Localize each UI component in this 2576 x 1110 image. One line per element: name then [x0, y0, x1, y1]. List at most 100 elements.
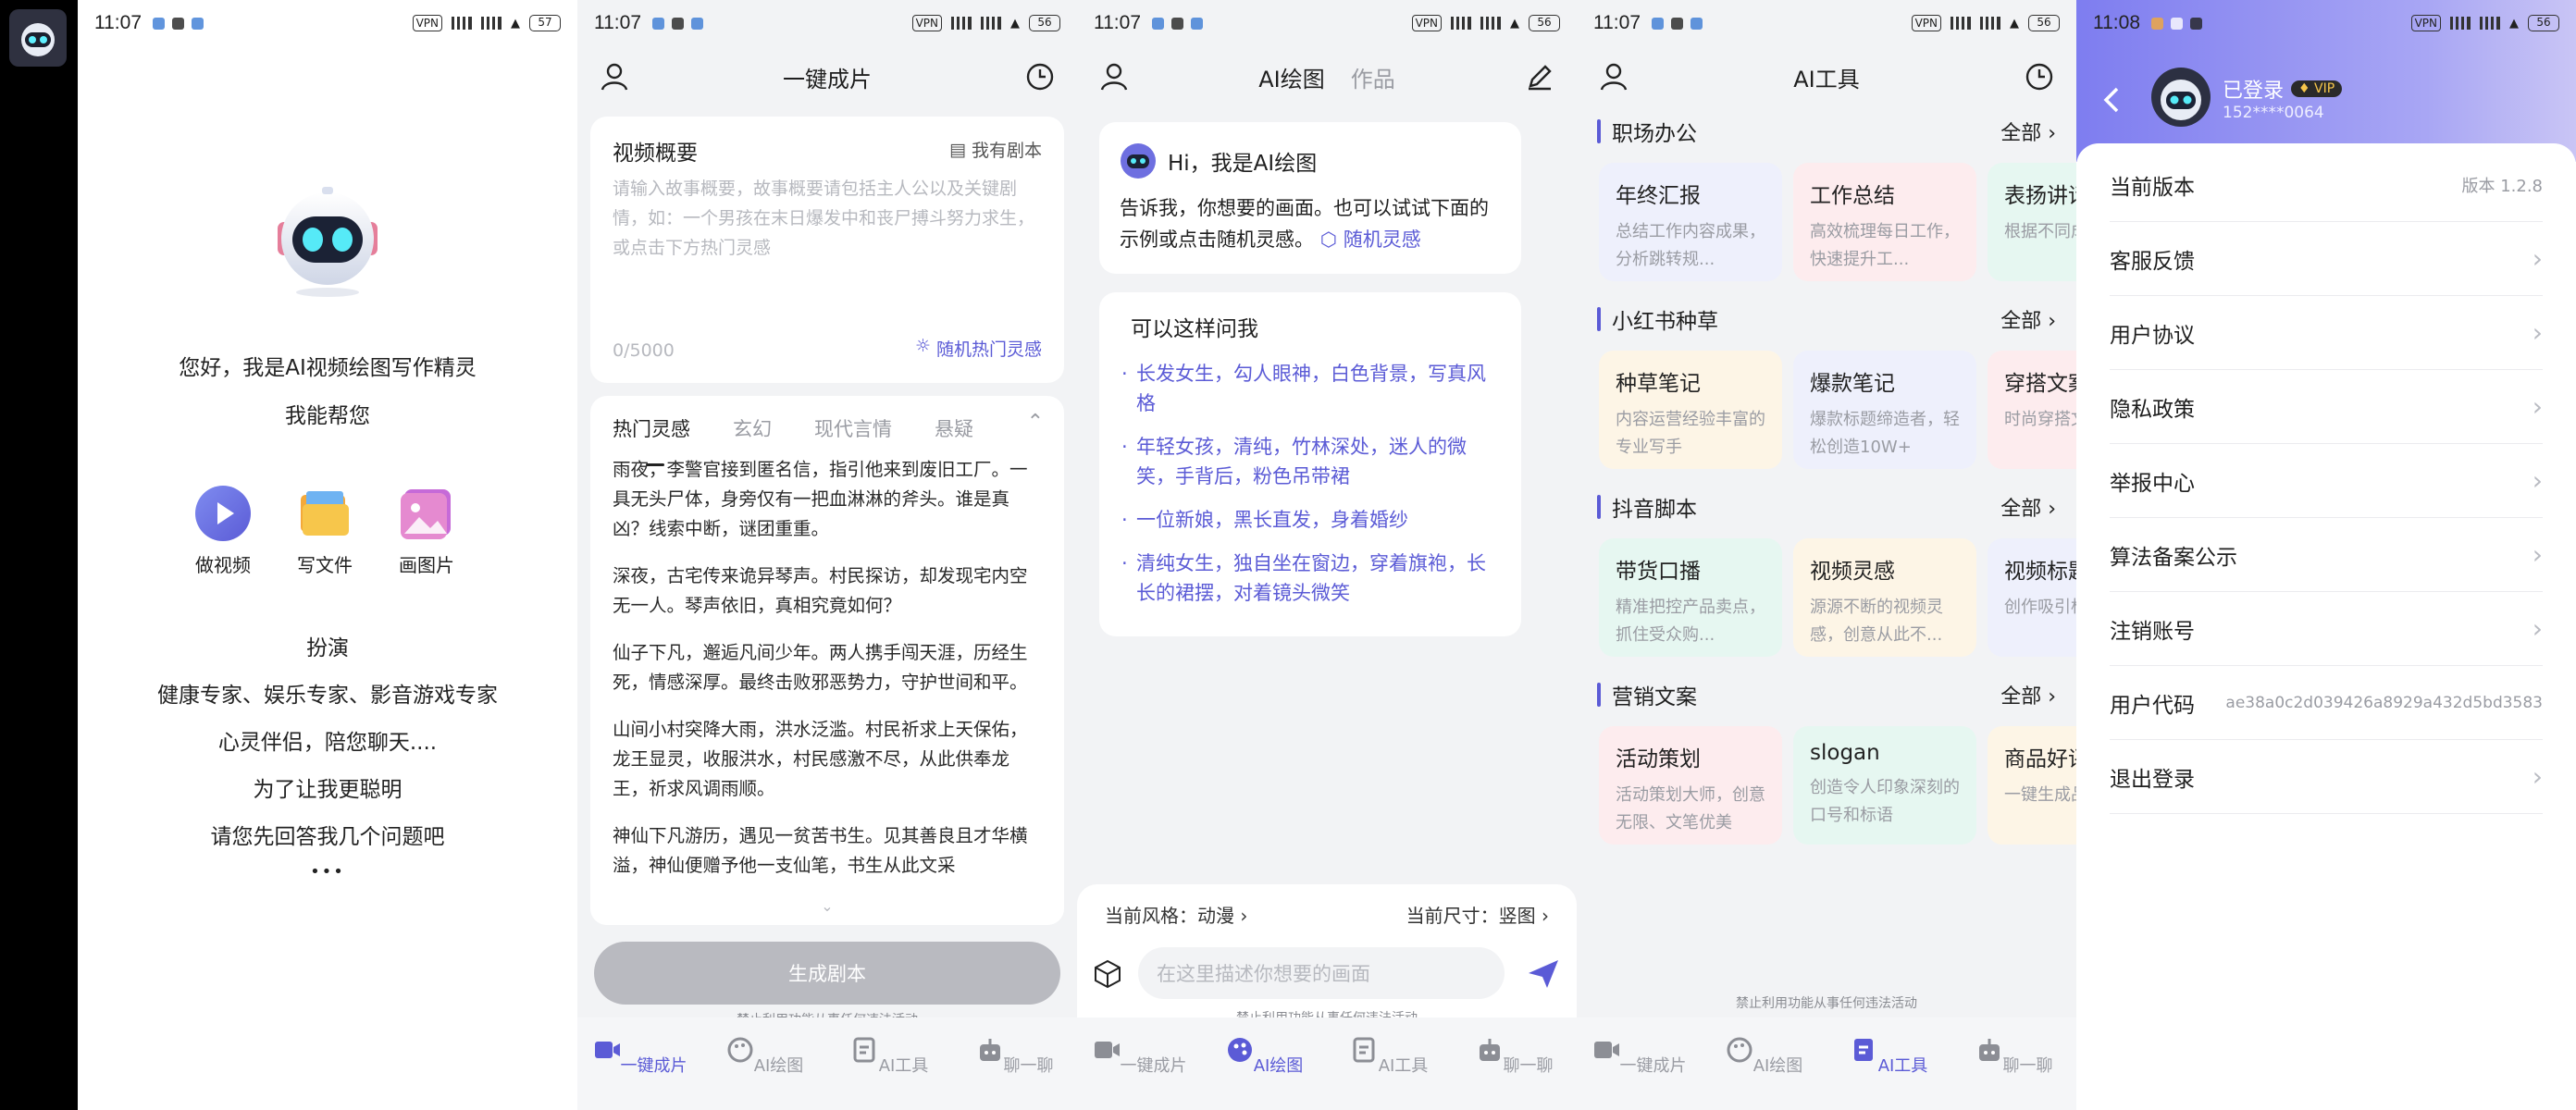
- story-item[interactable]: 神仙下凡游历，遇见一贫苦书生。见其善良且才华横溢，神仙便赠予他一支仙笔，书生从此…: [613, 821, 1042, 881]
- tab-fantasy[interactable]: 玄幻: [733, 414, 772, 455]
- view-all-button[interactable]: 全部 ›: [2000, 117, 2056, 146]
- story-item[interactable]: 山间小村突降大雨，洪水泛滥。村民祈求上天保佑，龙王显灵，收服洪水，村民感激不尽，…: [613, 715, 1042, 804]
- tool-card[interactable]: 种草笔记 内容运营经验丰富的专业写手: [1599, 351, 1782, 469]
- history-icon[interactable]: [1025, 62, 1055, 92]
- composer-panel: 当前风格：动漫 › 当前尺寸：竖图 › 在这里描述你想要的画面: [1077, 884, 1577, 1023]
- tool-title: 带货口播: [1616, 560, 1701, 584]
- row-user-agreement[interactable]: 用户协议 ›: [2110, 296, 2543, 370]
- signal-icon: [2480, 17, 2500, 30]
- view-all-label: 全部: [2000, 122, 2042, 145]
- tab-hot[interactable]: 热门灵感: [613, 414, 690, 466]
- nav-draw[interactable]: AI绘图: [1202, 1018, 1327, 1110]
- history-icon[interactable]: [2025, 62, 2054, 92]
- size-selector[interactable]: 当前尺寸：竖图 ›: [1406, 901, 1549, 928]
- feature-label: 画图片: [399, 554, 454, 576]
- row-delete-account[interactable]: 注销账号 ›: [2110, 592, 2543, 666]
- vpn-badge: VPN: [1411, 15, 1442, 31]
- nav-label: 一键成片: [1120, 1056, 1187, 1076]
- tool-desc: 源源不断的视频灵感，创意从此不...: [1810, 598, 1943, 645]
- view-all-button[interactable]: 全部 ›: [2000, 492, 2056, 522]
- tab-ai-draw[interactable]: AI绘图: [1258, 61, 1325, 93]
- random-inspiration-link[interactable]: ⬡ 随机灵感: [1320, 228, 1421, 251]
- nav-chat[interactable]: 聊一聊: [1452, 1018, 1577, 1110]
- tool-card[interactable]: slogan 创造令人印象深刻的口号和标语: [1793, 726, 1976, 845]
- nav-label: 一键成片: [1619, 1056, 1687, 1076]
- app-avatar-icon[interactable]: [9, 9, 67, 67]
- tool-card[interactable]: 商品好评一键生成品好评: [1988, 726, 2076, 845]
- generate-script-button[interactable]: 生成剧本: [594, 942, 1060, 1005]
- style-selector[interactable]: 当前风格：动漫 ›: [1105, 901, 1247, 928]
- summary-input[interactable]: 请输入故事概要，故事概要请包括主人公以及关键剧情，如：一个男孩在末日爆发中和丧尸…: [613, 174, 1042, 263]
- story-item[interactable]: 雨夜，李警官接到匿名信，指引他来到废旧工厂。一具无头尸体，身旁仅有一把血淋淋的斧…: [613, 455, 1042, 544]
- nav-tools[interactable]: AI工具: [1327, 1018, 1452, 1110]
- style-label: 当前风格：动漫: [1105, 905, 1234, 927]
- script-button[interactable]: ▤ 我有剧本: [949, 137, 1042, 162]
- tool-card[interactable]: 视频灵感 源源不断的视频灵感，创意从此不...: [1793, 538, 1976, 657]
- row-user-code[interactable]: 用户代码 ae38a0c2d039426a8929a432d5bd3583: [2110, 666, 2543, 740]
- tab-romance[interactable]: 现代言情: [814, 414, 892, 455]
- user-icon[interactable]: [600, 62, 629, 92]
- tool-card[interactable]: 穿搭文案时尚穿搭文案: [1988, 351, 2076, 469]
- user-icon[interactable]: [1599, 62, 1629, 92]
- tool-card[interactable]: 带货口播 精准把控产品卖点，抓住受众购...: [1599, 538, 1782, 657]
- row-privacy[interactable]: 隐私政策 ›: [2110, 370, 2543, 444]
- chevron-right-icon: ›: [2532, 465, 2543, 496]
- example-item[interactable]: · 年轻女孩，清纯，竹林深处，迷人的微笑，手背后，粉色吊带裙: [1121, 432, 1499, 491]
- tool-card[interactable]: 爆款笔记 爆款标题缔造者，轻松创造10W+: [1793, 351, 1976, 469]
- scroll-down-icon[interactable]: ⌄: [590, 897, 1064, 925]
- row-algorithm[interactable]: 算法备案公示 ›: [2110, 518, 2543, 592]
- row-feedback[interactable]: 客服反馈 ›: [2110, 222, 2543, 296]
- chevron-right-icon: ›: [2532, 539, 2543, 570]
- tab-works[interactable]: 作品: [1351, 61, 1395, 93]
- row-label: 退出登录: [2110, 767, 2195, 792]
- feature-write-file[interactable]: 写文件: [288, 486, 362, 577]
- story-item[interactable]: 深夜，古宅传来诡异琴声。村民探访，却发现宅内空无一人。琴声依旧，真相究竟如何？: [613, 561, 1042, 621]
- login-status: 已登录: [2223, 80, 2285, 103]
- story-item[interactable]: 仙子下凡，邂逅凡间少年。两人携手闯天涯，历经生死，情感深厚。最终击败邪恶势力，守…: [613, 638, 1042, 697]
- nav-tools[interactable]: AI工具: [827, 1018, 952, 1110]
- row-report[interactable]: 举报中心 ›: [2110, 444, 2543, 518]
- tool-card[interactable]: 视频标题创作吸引标题，优: [1988, 538, 2076, 657]
- view-all-button[interactable]: 全部 ›: [2000, 304, 2056, 334]
- nav-draw[interactable]: AI绘图: [1702, 1018, 1827, 1110]
- status-time: 11:08: [2093, 12, 2140, 33]
- help-text: 我能帮您: [285, 404, 370, 428]
- tool-card[interactable]: 表扬讲话根据不同成真诚鼓: [1988, 163, 2076, 281]
- nav-video[interactable]: 一键成片: [1077, 1018, 1202, 1110]
- user-icon[interactable]: [1099, 62, 1129, 92]
- nav-video[interactable]: 一键成片: [577, 1018, 702, 1110]
- nav-draw[interactable]: AI绘图: [702, 1018, 827, 1110]
- nav-video[interactable]: 一键成片: [1577, 1018, 1702, 1110]
- example-item[interactable]: · 长发女生，勾人眼神，白色背景，写真风格: [1121, 359, 1499, 418]
- example-item[interactable]: · 一位新娘，黑长直发，身着婚纱: [1121, 505, 1499, 535]
- row-logout[interactable]: 退出登录 ›: [2110, 740, 2543, 814]
- tab-mystery[interactable]: 悬疑: [935, 414, 973, 455]
- cube-icon[interactable]: [1092, 958, 1123, 990]
- feature-draw-image[interactable]: 画图片: [390, 486, 464, 577]
- tool-card[interactable]: 活动策划 活动策划大师，创意无限、文笔优美: [1599, 726, 1782, 845]
- status-bar: 11:07 VPN ▲ 57: [78, 0, 577, 46]
- avatar[interactable]: [2150, 67, 2211, 128]
- tool-card[interactable]: 工作总结 高效梳理每日工作，快速提升工...: [1793, 163, 1976, 281]
- example-item[interactable]: · 清纯女生，独自坐在窗边，穿着旗袍，长长的裙摆，对着镜头微笑: [1121, 549, 1499, 608]
- tool-card[interactable]: 年终汇报 总结工作内容成果，分析跳转规...: [1599, 163, 1782, 281]
- summary-card: 视频概要 ▤ 我有剧本 请输入故事概要，故事概要请包括主人公以及关键剧情，如：一个…: [590, 117, 1064, 383]
- nav-tools[interactable]: AI工具: [1827, 1018, 1951, 1110]
- prompt-input[interactable]: 在这里描述你想要的画面: [1138, 947, 1505, 999]
- signal-icon: [481, 17, 502, 30]
- document-icon: ▤: [949, 139, 966, 160]
- row-label: 客服反馈: [2110, 249, 2195, 274]
- random-inspiration-button[interactable]: ☼ 随机热门灵感: [915, 336, 1042, 361]
- tool-title: 商品好评: [2004, 747, 2076, 771]
- nav-chat[interactable]: 聊一聊: [1951, 1018, 2076, 1110]
- smarter-text: 为了让我更聪明: [253, 778, 402, 802]
- nav-label: AI工具: [1877, 1056, 1928, 1076]
- back-icon[interactable]: [2100, 85, 2121, 115]
- nav-chat[interactable]: 聊一聊: [952, 1018, 1077, 1110]
- edit-icon[interactable]: [1525, 62, 1554, 92]
- send-icon[interactable]: [1527, 958, 1560, 990]
- feature-make-video[interactable]: 做视频: [186, 486, 260, 577]
- collapse-icon[interactable]: ⌃: [1027, 411, 1044, 434]
- view-all-button[interactable]: 全部 ›: [2000, 680, 2056, 709]
- section-title: 小红书种草: [1612, 310, 1718, 334]
